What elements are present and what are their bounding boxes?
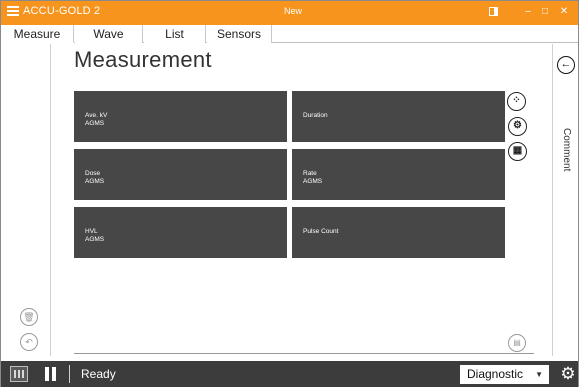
mode-select-value: Diagnostic: [467, 367, 524, 381]
grid-layout-icon[interactable]: ⁘: [507, 92, 526, 111]
status-text: Ready: [81, 367, 116, 381]
tile-dose[interactable]: Dose AGMS: [74, 149, 287, 200]
chevron-down-icon: ▼: [535, 370, 543, 379]
tile-view-icon[interactable]: ▦: [508, 142, 527, 161]
undo-icon[interactable]: ↶: [20, 333, 38, 351]
tab-measure[interactable]: Measure: [1, 25, 74, 43]
left-rail: 🗑 ↶: [1, 44, 51, 356]
tile-pulse-count[interactable]: Pulse Count: [292, 207, 505, 258]
title-bar: ACCU-GOLD 2 New – □ ✕: [1, 1, 578, 25]
arrow-left-icon[interactable]: ←: [557, 56, 575, 74]
separator: [69, 365, 70, 383]
tile-ave-kv[interactable]: Ave. kV AGMS: [74, 91, 287, 142]
close-icon[interactable]: ✕: [557, 4, 571, 20]
tab-sensors[interactable]: Sensors: [207, 25, 272, 43]
tile-duration[interactable]: Duration: [292, 91, 505, 142]
tile-title: Ave. kV: [85, 112, 108, 119]
tab-strip: Measure Wave List Sensors: [1, 25, 578, 43]
tab-wave[interactable]: Wave: [75, 25, 143, 43]
trash-icon[interactable]: 🗑: [20, 308, 38, 326]
tile-title: Dose: [85, 170, 101, 177]
layout-toggle-icon[interactable]: [486, 4, 500, 20]
tile-hvl[interactable]: HVL AGMS: [74, 207, 287, 258]
status-bar: Ready Diagnostic ▼ ⚙: [1, 361, 578, 387]
tile-subtitle: AGMS: [85, 120, 105, 127]
comment-label[interactable]: Comment: [561, 128, 572, 171]
tile-title: Rate: [303, 170, 317, 177]
tile-title: HVL: [85, 228, 98, 235]
gear-icon[interactable]: ⚙: [559, 364, 577, 384]
minimize-icon[interactable]: –: [521, 4, 535, 20]
hamburger-icon[interactable]: [7, 6, 19, 17]
document-title: New: [283, 6, 303, 16]
tile-subtitle: AGMS: [85, 236, 105, 243]
app-title: ACCU-GOLD 2: [23, 5, 101, 17]
tile-title: Duration: [303, 112, 328, 119]
tab-list[interactable]: List: [144, 25, 206, 43]
tile-title: Pulse Count: [303, 228, 339, 235]
mode-select[interactable]: Diagnostic ▼: [460, 365, 549, 384]
tile-subtitle: AGMS: [85, 178, 105, 185]
start-flag-icon[interactable]: [10, 366, 28, 382]
tile-subtitle: AGMS: [303, 178, 323, 185]
tile-rate[interactable]: Rate AGMS: [292, 149, 505, 200]
divider: [74, 353, 534, 354]
app-window: ACCU-GOLD 2 New – □ ✕ Measure Wave List …: [0, 0, 579, 387]
pause-icon[interactable]: [44, 367, 58, 381]
settings-gear-icon[interactable]: ⚙: [508, 117, 527, 136]
maximize-icon[interactable]: □: [538, 4, 552, 20]
comment-panel: ← Comment: [552, 44, 578, 356]
export-icon[interactable]: ▤: [508, 334, 526, 352]
page-title: Measurement: [74, 47, 212, 72]
